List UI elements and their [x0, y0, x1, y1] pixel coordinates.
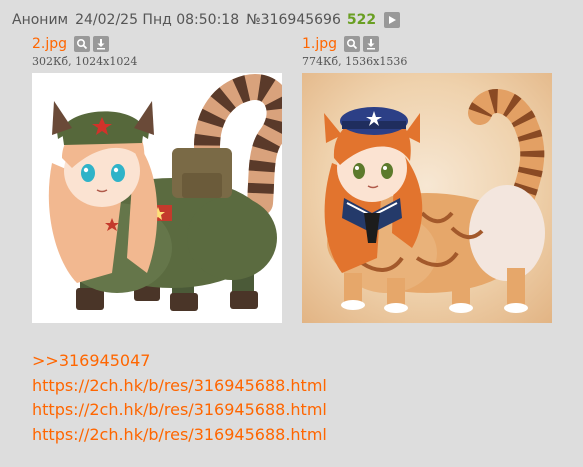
post-date: 24/02/25 Пнд 08:50:18 [75, 12, 240, 28]
file-meta: 774Кб, 1536x1536 [302, 55, 408, 68]
file-info-2: 1.jpg 774Кб, 1536x1536 [302, 34, 407, 68]
download-icon[interactable] [93, 36, 110, 52]
search-icon[interactable] [344, 36, 361, 52]
download-icon[interactable] [363, 36, 380, 52]
image-thumbnail[interactable] [302, 73, 552, 323]
play-icon[interactable] [384, 12, 401, 28]
reply-link[interactable]: >>316945047 [32, 349, 327, 374]
file-meta: 302Кб, 1024x1024 [32, 55, 138, 68]
thread-url-link[interactable]: https://2ch.hk/b/res/316945688.html [32, 398, 327, 423]
reply-count: 522 [346, 12, 377, 28]
file-name-link[interactable]: 1.jpg [302, 36, 337, 52]
post-number[interactable]: №316945696 [246, 12, 341, 28]
file-info-1: 2.jpg 302Кб, 1024x1024 [32, 34, 137, 68]
file-name-link[interactable]: 2.jpg [32, 36, 67, 52]
post-author: Аноним [12, 12, 69, 28]
post: Аноним 24/02/25 Пнд 08:50:18 №316945696 … [0, 0, 583, 467]
thread-url-link[interactable]: https://2ch.hk/b/res/316945688.html [32, 374, 327, 399]
search-icon[interactable] [74, 36, 91, 52]
cat-girl-military-illustration [48, 74, 282, 311]
thread-url-link[interactable]: https://2ch.hk/b/res/316945688.html [32, 423, 327, 448]
cat-girl-sailor-illustration [324, 89, 545, 313]
image-thumbnail[interactable] [32, 73, 282, 323]
post-body: >>316945047 https://2ch.hk/b/res/3169456… [32, 349, 327, 447]
post-header: Аноним 24/02/25 Пнд 08:50:18 №316945696 … [12, 9, 401, 31]
